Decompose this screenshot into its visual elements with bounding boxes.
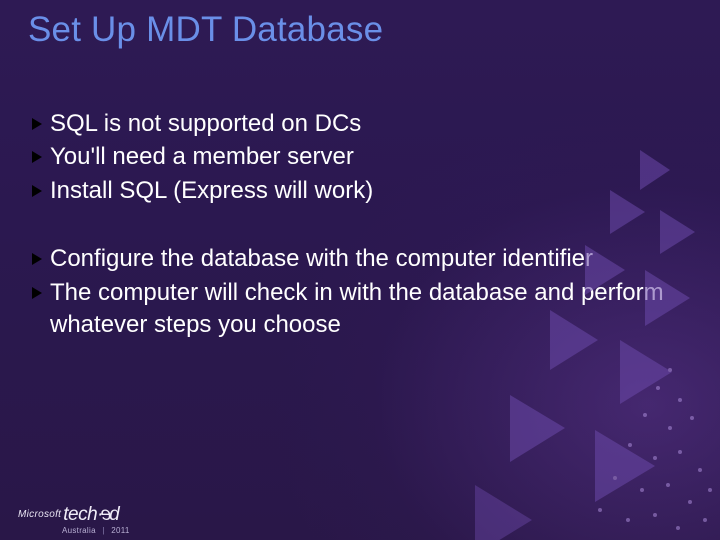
- footer-logo: Microsoft tech·ed: [18, 504, 119, 526]
- divider-icon: |: [102, 526, 104, 535]
- footer-year: 2011: [111, 526, 129, 535]
- bullet-text: You'll need a member server: [50, 141, 680, 173]
- footer-subtext: Australia | 2011: [62, 526, 130, 535]
- brand-flip-char: e: [101, 504, 111, 526]
- list-item: Configure the database with the computer…: [30, 243, 680, 275]
- triangle-bullet-icon: [32, 151, 42, 163]
- bullet-text: SQL is not supported on DCs: [50, 108, 680, 140]
- bullet-text: Install SQL (Express will work): [50, 175, 680, 207]
- bullet-text: The computer will check in with the data…: [50, 277, 680, 342]
- slide-title: Set Up MDT Database: [28, 10, 383, 50]
- brand-main: tech·ed: [63, 504, 119, 526]
- slide: Set Up MDT Database SQL is not supported…: [0, 0, 720, 540]
- list-item: You'll need a member server: [30, 141, 680, 173]
- list-item: The computer will check in with the data…: [30, 277, 680, 342]
- brand-main-text: tech·: [63, 504, 103, 525]
- bullet-group: Configure the database with the computer…: [30, 243, 680, 341]
- triangle-bullet-icon: [32, 253, 42, 265]
- triangle-bullet-icon: [32, 287, 42, 299]
- slide-content: SQL is not supported on DCs You'll need …: [30, 108, 680, 342]
- list-item: SQL is not supported on DCs: [30, 108, 680, 140]
- footer-region: Australia: [62, 526, 96, 535]
- brand-prefix: Microsoft: [18, 509, 61, 520]
- list-item: Install SQL (Express will work): [30, 175, 680, 207]
- triangle-bullet-icon: [32, 185, 42, 197]
- triangle-bullet-icon: [32, 118, 42, 130]
- bullet-group: SQL is not supported on DCs You'll need …: [30, 108, 680, 207]
- bullet-text: Configure the database with the computer…: [50, 243, 680, 275]
